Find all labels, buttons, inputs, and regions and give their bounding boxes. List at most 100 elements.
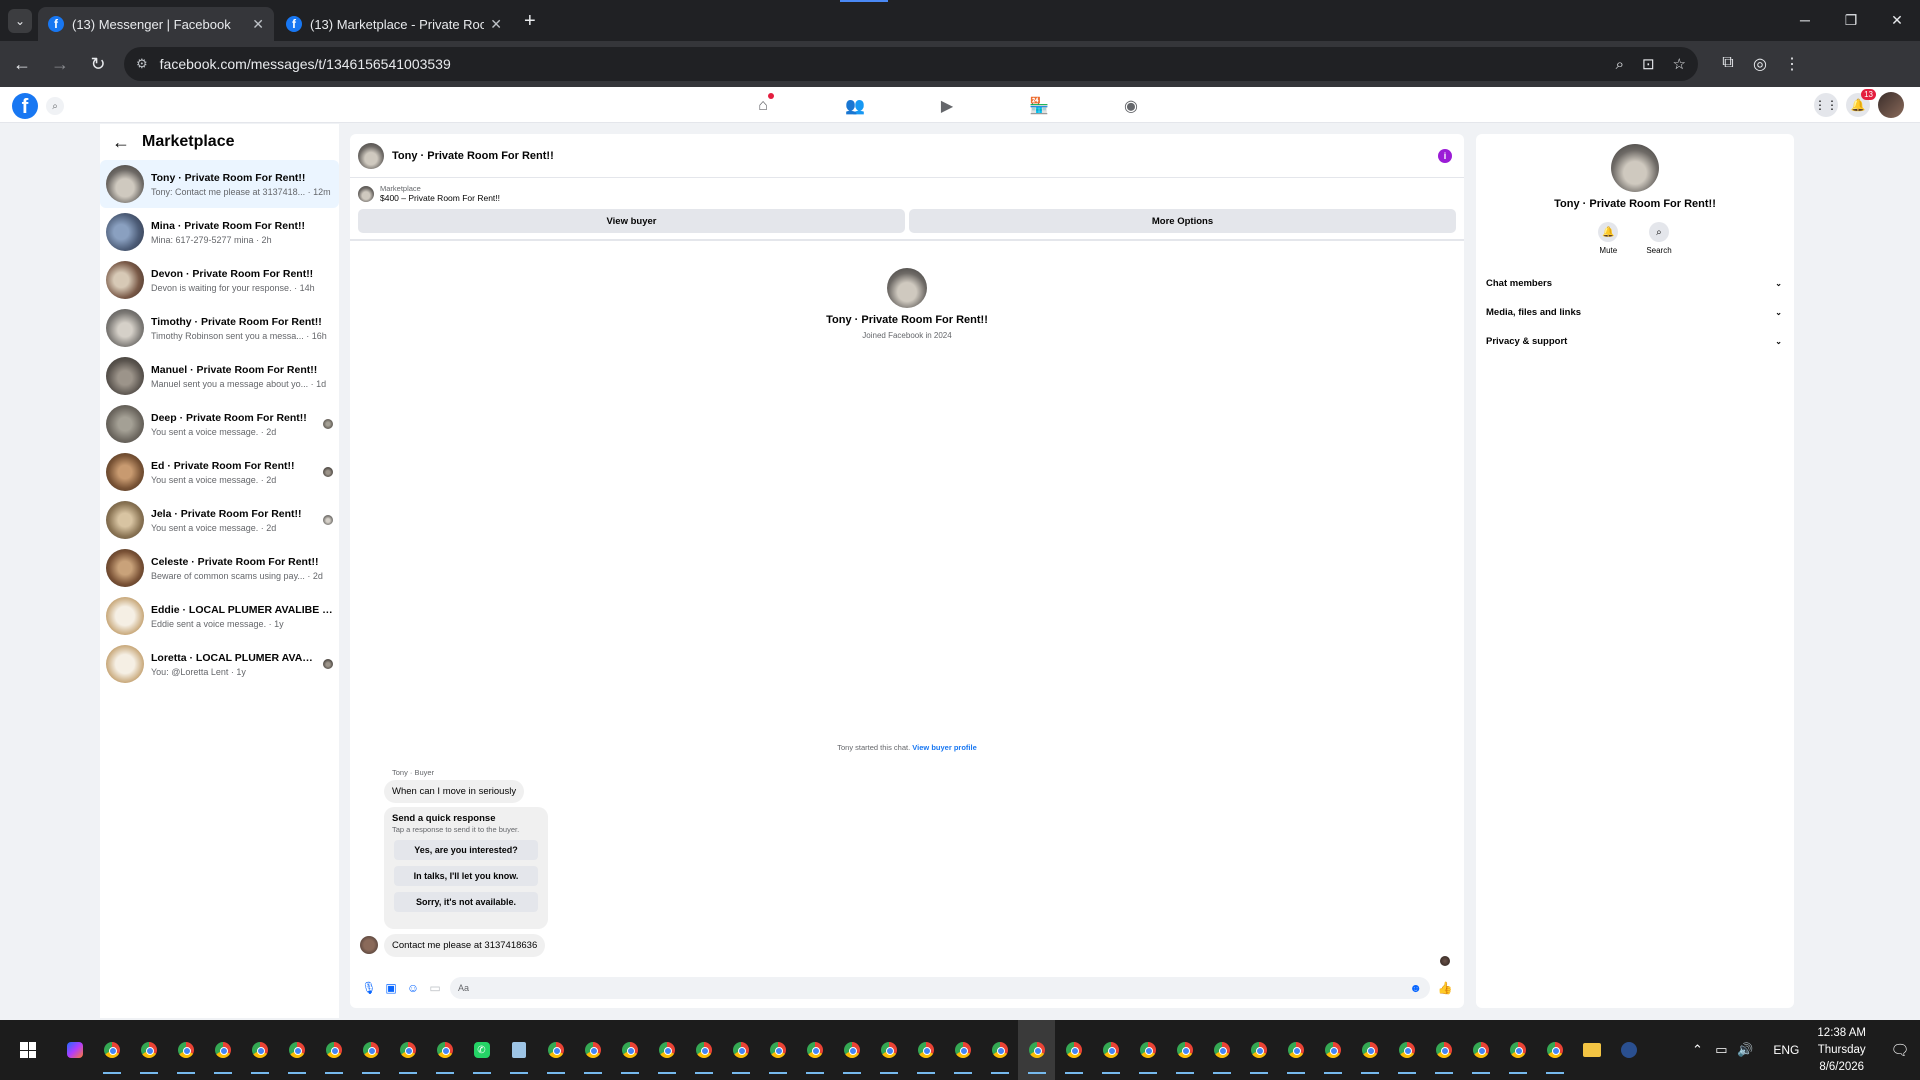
chrome-taskbar-button[interactable] [574, 1020, 611, 1080]
chat-title[interactable]: Tony · Private Room For Rent!! [392, 150, 1438, 162]
chrome-taskbar-button[interactable] [1462, 1020, 1499, 1080]
url-text[interactable]: facebook.com/messages/t/1346156541003539 [160, 56, 1598, 72]
conversation-item[interactable]: Jela · Private Room For Rent!! You sent a… [100, 496, 339, 544]
search-button[interactable]: ⌕ Search [1646, 222, 1672, 255]
extensions-icon[interactable]: ⧉ [1712, 54, 1744, 74]
more-options-button[interactable]: More Options [909, 209, 1456, 233]
chrome-taskbar-button[interactable] [944, 1020, 981, 1080]
section-chat-members[interactable]: Chat members ⌄ [1476, 269, 1794, 298]
friends-icon[interactable]: 👥 [842, 93, 868, 119]
site-info-icon[interactable]: ⚙ [136, 56, 148, 72]
chrome-taskbar-button[interactable] [1166, 1020, 1203, 1080]
chrome-taskbar-button[interactable] [907, 1020, 944, 1080]
omnibox[interactable]: ⚙ facebook.com/messages/t/13461565410035… [124, 47, 1698, 81]
conversation-item[interactable]: Tony · Private Room For Rent!! Tony: Cont… [100, 160, 339, 208]
whatsapp-taskbar-button[interactable]: ✆ [463, 1020, 500, 1080]
chrome-taskbar-button[interactable] [1351, 1020, 1388, 1080]
view-buyer-profile-link[interactable]: View buyer profile [912, 743, 976, 752]
network-icon[interactable]: ▭ [1709, 1042, 1733, 1058]
notepad-taskbar-button[interactable] [500, 1020, 537, 1080]
new-tab-icon[interactable]: + [524, 10, 536, 33]
chrome-taskbar-button[interactable] [1425, 1020, 1462, 1080]
account-avatar[interactable] [1878, 92, 1904, 118]
home-icon[interactable]: ⌂ [750, 93, 776, 119]
start-button[interactable] [0, 1020, 56, 1080]
like-thumb-icon[interactable]: 👍 [1434, 981, 1456, 995]
section-media-files-links[interactable]: Media, files and links ⌄ [1476, 298, 1794, 327]
menu-grid-icon[interactable]: ⋮⋮ [1814, 93, 1838, 117]
chat-avatar[interactable] [358, 142, 384, 169]
quick-response-button[interactable]: In talks, I'll let you know. [394, 866, 538, 886]
gif-icon[interactable]: ▭ [424, 981, 446, 995]
back-icon[interactable]: ← [6, 48, 38, 80]
back-arrow-icon[interactable]: ← [112, 132, 130, 153]
intro-avatar[interactable] [887, 268, 927, 308]
notifications-bell-icon[interactable]: 🔔 13 [1846, 89, 1876, 117]
chrome-taskbar-button[interactable] [315, 1020, 352, 1080]
conversation-item[interactable]: Deep · Private Room For Rent!! You sent a… [100, 400, 339, 448]
conversation-item[interactable]: Mina · Private Room For Rent!! Mina: 617-… [100, 208, 339, 256]
chrome-taskbar-button[interactable] [1536, 1020, 1573, 1080]
info-icon[interactable]: i [1438, 148, 1452, 163]
chrome-taskbar-button[interactable] [1314, 1020, 1351, 1080]
close-window-icon[interactable]: ✕ [1874, 0, 1920, 40]
message-input[interactable]: Aa ☻ [450, 977, 1430, 999]
search-icon[interactable]: ⌕ [46, 97, 64, 115]
chrome-taskbar-button[interactable] [611, 1020, 648, 1080]
forward-icon[interactable]: → [44, 48, 76, 80]
facebook-logo-icon[interactable]: f [12, 93, 38, 119]
chrome-taskbar-button[interactable] [648, 1020, 685, 1080]
chrome-taskbar-button[interactable] [1055, 1020, 1092, 1080]
app-taskbar-button[interactable] [1610, 1020, 1647, 1080]
chrome-taskbar-button[interactable] [130, 1020, 167, 1080]
chrome-taskbar-button[interactable] [204, 1020, 241, 1080]
minimize-icon[interactable]: ─ [1782, 0, 1828, 40]
close-tab-icon[interactable]: ✕ [252, 16, 264, 33]
chrome-taskbar-button[interactable] [870, 1020, 907, 1080]
conversation-item[interactable]: Eddie · LOCAL PLUMER AVALIBE ⁺... Eddie s… [100, 592, 339, 640]
conversation-item[interactable]: Celeste · Private Room For Rent!! Beware … [100, 544, 339, 592]
chrome-taskbar-button[interactable] [352, 1020, 389, 1080]
chrome-taskbar-button[interactable] [241, 1020, 278, 1080]
sticker-icon[interactable]: ☺ [402, 981, 424, 995]
sender-avatar[interactable] [360, 936, 378, 954]
profile-icon[interactable]: ◎ [1744, 54, 1776, 74]
quick-response-button[interactable]: Sorry, it's not available. [394, 892, 538, 912]
chrome-taskbar-button[interactable] [1388, 1020, 1425, 1080]
image-attach-icon[interactable]: ▣ [380, 981, 402, 995]
chrome-taskbar-button[interactable] [685, 1020, 722, 1080]
conversation-item[interactable]: Loretta · LOCAL PLUMER AVALIB... You: @Lo… [100, 640, 339, 688]
chrome-taskbar-button[interactable] [796, 1020, 833, 1080]
file-explorer-taskbar-button[interactable] [1573, 1020, 1610, 1080]
page-scrollbar[interactable] [1906, 124, 1920, 1018]
chrome-taskbar-button[interactable] [93, 1020, 130, 1080]
chrome-taskbar-button[interactable] [1018, 1020, 1055, 1080]
browser-tab-messenger[interactable]: f (13) Messenger | Facebook ✕ [38, 7, 274, 41]
chrome-taskbar-button[interactable] [759, 1020, 796, 1080]
message-bubble[interactable]: Contact me please at 3137418636 [384, 934, 546, 957]
notification-center-icon[interactable]: 🗨 [1880, 1041, 1920, 1059]
emoji-icon[interactable]: ☻ [1409, 981, 1422, 995]
chrome-taskbar-button[interactable] [1129, 1020, 1166, 1080]
quick-response-button[interactable]: Yes, are you interested? [394, 840, 538, 860]
chrome-taskbar-button[interactable] [1203, 1020, 1240, 1080]
chrome-menu-icon[interactable]: ⋮ [1776, 54, 1808, 74]
close-tab-icon[interactable]: ✕ [490, 16, 502, 33]
chrome-taskbar-button[interactable] [1240, 1020, 1277, 1080]
chrome-taskbar-button[interactable] [1277, 1020, 1314, 1080]
video-icon[interactable]: ▶ [934, 93, 960, 119]
clock[interactable]: 12:38 AM Thursday 8/6/2026 [1817, 1025, 1866, 1076]
conversation-item[interactable]: Manuel · Private Room For Rent!! Manuel s… [100, 352, 339, 400]
chrome-taskbar-button[interactable] [722, 1020, 759, 1080]
chrome-taskbar-button[interactable] [981, 1020, 1018, 1080]
chrome-taskbar-button[interactable] [278, 1020, 315, 1080]
mute-button[interactable]: 🔔 Mute [1598, 222, 1619, 255]
input-language[interactable]: ENG [1773, 1043, 1799, 1057]
view-buyer-button[interactable]: View buyer [358, 209, 905, 233]
groups-icon[interactable]: ◉ [1118, 93, 1144, 119]
chrome-taskbar-button[interactable] [1499, 1020, 1536, 1080]
zoom-icon[interactable]: ⌕ [1616, 56, 1624, 73]
chrome-taskbar-button[interactable] [833, 1020, 870, 1080]
chevron-up-icon[interactable]: ⌃ [1685, 1042, 1709, 1058]
conversation-item[interactable]: Ed · Private Room For Rent!! You sent a v… [100, 448, 339, 496]
